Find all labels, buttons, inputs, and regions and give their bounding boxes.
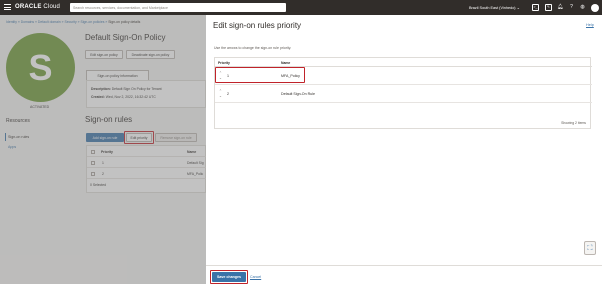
- row-name: Default Sign-On Rule: [281, 91, 315, 96]
- logo-product: Cloud: [43, 4, 61, 10]
- panel-instructions: Use the arrows to change the sign-on rul…: [214, 46, 292, 50]
- column-priority: Priority: [218, 60, 230, 65]
- edit-priority-panel: Edit sign-on rules priority Help Use the…: [206, 15, 602, 284]
- reorder-arrows[interactable]: ⌃ ⌄: [219, 89, 226, 99]
- menu-icon[interactable]: [4, 4, 11, 10]
- search-input[interactable]: Search resources, services, documentatio…: [70, 3, 286, 12]
- help-link[interactable]: Help: [586, 23, 594, 27]
- code-editor-icon[interactable]: ✎: [545, 4, 552, 11]
- cloud-shell-icon[interactable]: >_: [532, 4, 539, 11]
- save-changes-highlight: [210, 270, 248, 284]
- priority-table-header: Priority Name: [215, 58, 592, 67]
- help-assistant-icon[interactable]: ⛶: [584, 241, 596, 255]
- logo-brand: ORACLE: [15, 4, 42, 10]
- language-globe-icon[interactable]: ◍: [579, 4, 586, 11]
- modal-overlay[interactable]: [0, 15, 206, 284]
- top-navigation-bar: ORACLE Cloud Search resources, services,…: [0, 0, 602, 15]
- oracle-cloud-logo[interactable]: ORACLE Cloud: [15, 4, 60, 10]
- notifications-bell-icon[interactable]: 🔔︎: [557, 4, 564, 11]
- profile-avatar-icon[interactable]: [591, 3, 599, 12]
- panel-title: Edit sign-on rules priority: [213, 21, 302, 30]
- items-count: Showing 2 items: [561, 121, 586, 125]
- region-label: Brazil South East (Vinhedo): [469, 6, 516, 10]
- row-priority: 2: [227, 91, 229, 96]
- move-down-arrow-icon[interactable]: ⌄: [219, 94, 226, 99]
- chevron-down-icon: ⌄: [516, 6, 520, 10]
- mfa-policy-row-highlight: [215, 67, 305, 83]
- help-icon[interactable]: ?: [568, 4, 575, 11]
- panel-footer: Save changes Cancel: [206, 265, 602, 284]
- table-row: ⌃ ⌄ 2 Default Sign-On Rule: [215, 85, 592, 103]
- cancel-link[interactable]: Cancel: [250, 275, 261, 279]
- column-name: Name: [281, 60, 291, 65]
- region-selector[interactable]: Brazil South East (Vinhedo) ⌄: [469, 5, 520, 10]
